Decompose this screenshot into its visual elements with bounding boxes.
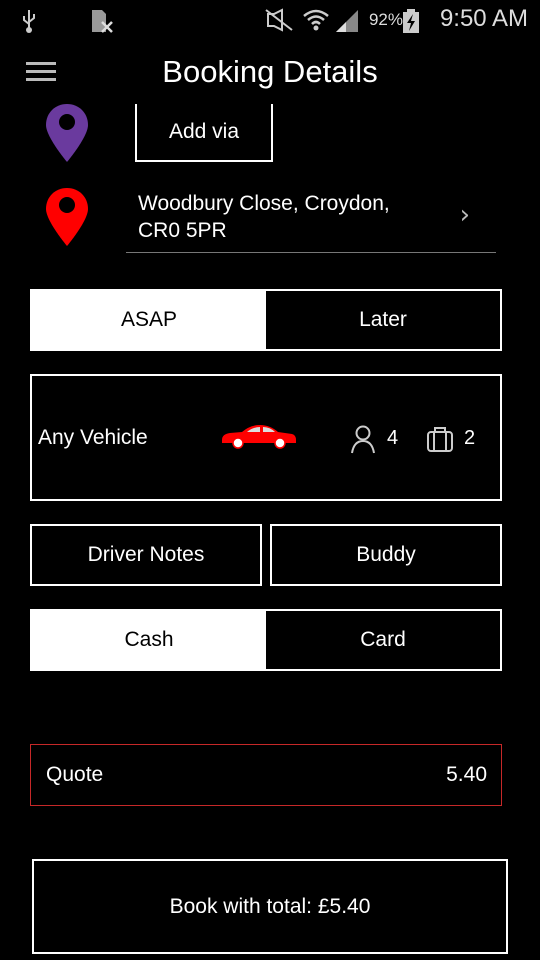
luggage-icon (427, 427, 453, 452)
signal-icon (336, 10, 358, 32)
passenger-count: 4 (387, 427, 399, 449)
destination-location-pin-icon (46, 188, 88, 246)
timing-asap-option[interactable]: ASAP (32, 291, 266, 349)
payment-card-option[interactable]: Card (266, 611, 500, 669)
quote-value: 5.40 (446, 763, 487, 786)
destination-address: Woodbury Close, Croydon, CR0 5PR (138, 192, 390, 242)
timing-toggle[interactable]: ASAP Later (30, 289, 502, 351)
buddy-button[interactable]: Buddy (270, 524, 502, 586)
battery-percentage: 92% (368, 10, 403, 29)
page-title: Booking Details (162, 54, 378, 89)
mute-icon (265, 8, 293, 32)
chevron-right-icon: › (459, 200, 470, 230)
driver-notes-button[interactable]: Driver Notes (30, 524, 262, 586)
passenger-icon (351, 425, 375, 454)
usb-icon (23, 10, 35, 33)
quote-label: Quote (46, 763, 104, 786)
wifi-icon (303, 9, 329, 31)
status-bar: 92% 9:50 AM (0, 0, 540, 40)
add-via-button[interactable]: Add via (135, 104, 273, 162)
timing-later-option[interactable]: Later (266, 291, 500, 349)
battery-charging-icon (403, 9, 419, 33)
luggage-count: 2 (464, 427, 476, 449)
destination-address-field[interactable]: Woodbury Close, Croydon, CR0 5PR › (126, 186, 496, 253)
via-location-pin-icon (46, 104, 88, 162)
clock: 9:50 AM (439, 5, 528, 32)
quote-box: Quote 5.40 (30, 744, 502, 806)
payment-cash-option[interactable]: Cash (32, 611, 266, 669)
payment-toggle[interactable]: Cash Card (30, 609, 502, 671)
sim-missing-icon (92, 10, 113, 33)
car-icon (222, 425, 296, 449)
vehicle-name: Any Vehicle (38, 426, 148, 449)
vehicle-selector[interactable]: Any Vehicle 4 2 (30, 374, 502, 501)
book-button[interactable]: Book with total: £5.40 (32, 859, 508, 954)
